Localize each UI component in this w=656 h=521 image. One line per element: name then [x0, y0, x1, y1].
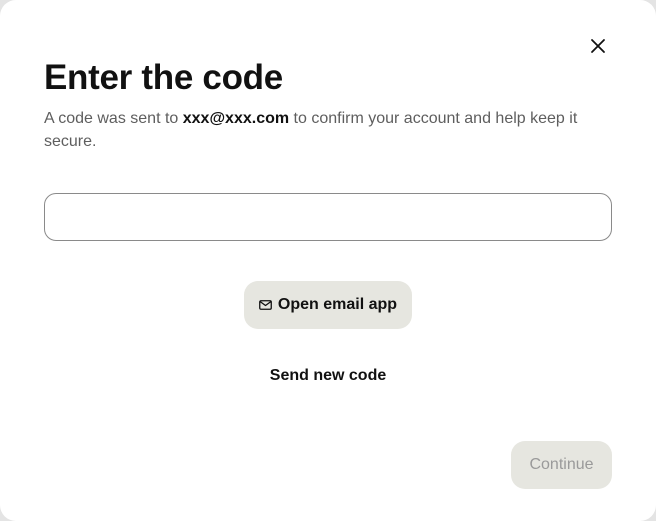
- open-email-app-label: Open email app: [277, 296, 398, 313]
- code-input[interactable]: [44, 193, 612, 241]
- dialog-title: Enter the code: [44, 58, 283, 97]
- subtitle-text-before: A code was sent to: [44, 110, 183, 127]
- close-icon: [591, 39, 605, 53]
- mail-icon: [259, 300, 272, 310]
- continue-button[interactable]: Continue: [511, 441, 612, 489]
- open-email-app-button[interactable]: Open email app: [244, 281, 412, 329]
- recipient-email: xxx@xxx.com: [182, 110, 290, 127]
- enter-code-dialog: Enter the code A code was sent to xxx@xx…: [0, 0, 656, 521]
- dialog-subtitle: A code was sent to xxx@xxx.com to confir…: [44, 107, 614, 153]
- close-button[interactable]: [583, 31, 613, 61]
- send-new-code-link[interactable]: Send new code: [228, 362, 428, 390]
